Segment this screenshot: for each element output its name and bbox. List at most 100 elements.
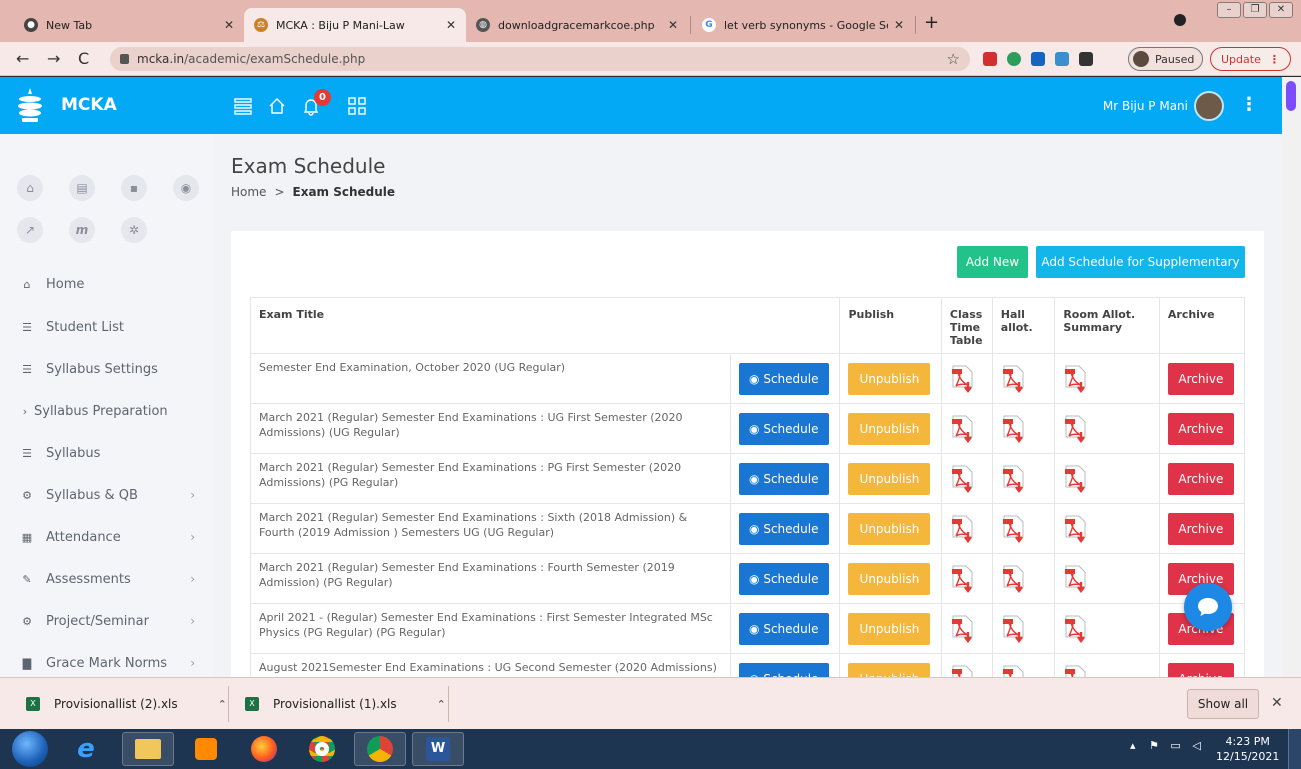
tab-google-search[interactable]: G let verb synonyms - Google Search ✕ <box>692 8 914 42</box>
mcka-logo-icon[interactable] <box>17 86 43 124</box>
pdf-download-icon[interactable] <box>1001 565 1027 593</box>
pdf-download-icon[interactable] <box>950 615 976 643</box>
moodle-icon[interactable]: m <box>69 217 95 243</box>
action-center-icon[interactable]: ⚑ <box>1149 739 1159 752</box>
bookmark-star-icon[interactable]: ☆ <box>947 50 960 68</box>
pdf-download-icon[interactable] <box>950 665 976 677</box>
schedule-button[interactable]: ◉ Schedule <box>738 562 829 595</box>
back-arrow-icon[interactable]: ← <box>16 49 29 68</box>
sidebar-item-syllabus-preparation[interactable]: › Syllabus Preparation <box>0 390 213 432</box>
download-item[interactable]: X Provisionallist (1).xls ⌃ <box>245 678 446 730</box>
pdf-download-icon[interactable] <box>950 565 976 593</box>
pdf-download-icon[interactable] <box>1063 615 1089 643</box>
sidebar-item-project-seminar[interactable]: ⚙ Project/Seminar › <box>0 600 213 642</box>
tab-new-tab[interactable]: ● New Tab ✕ <box>14 8 244 42</box>
pdf-download-icon[interactable] <box>1063 465 1089 493</box>
unpublish-button[interactable]: Unpublish <box>848 612 931 645</box>
grid-icon[interactable] <box>347 96 367 116</box>
schedule-button[interactable]: ◉ Schedule <box>738 612 829 645</box>
extensions-puzzle-icon[interactable] <box>1079 52 1093 66</box>
close-tab-icon[interactable]: ✕ <box>446 18 456 32</box>
pdf-download-icon[interactable] <box>950 415 976 443</box>
reload-icon[interactable]: C <box>78 49 89 68</box>
sidebar-item-student-list[interactable]: ☰ Student List <box>0 306 213 348</box>
archive-button[interactable]: Archive <box>1167 362 1234 395</box>
minimize-icon[interactable]: – <box>1217 2 1241 18</box>
pdf-download-icon[interactable] <box>1063 515 1089 543</box>
chrome-profile-icon[interactable] <box>354 732 406 766</box>
sidebar-item-attendance[interactable]: ▦ Attendance › <box>0 516 213 558</box>
chrome-icon[interactable] <box>296 732 348 766</box>
archive-button[interactable]: Archive <box>1167 662 1234 677</box>
more-options-icon[interactable]: ⋮ <box>1240 94 1258 115</box>
network-icon[interactable]: ▭ <box>1170 739 1180 752</box>
pdf-download-icon[interactable] <box>1001 615 1027 643</box>
add-supplementary-schedule-button[interactable]: Add Schedule for Supplementary <box>1036 246 1245 278</box>
schedule-button[interactable]: ◉ Schedule <box>738 512 829 545</box>
close-tab-icon[interactable]: ✕ <box>894 18 904 32</box>
add-new-button[interactable]: Add New <box>957 246 1028 278</box>
show-all-button[interactable]: Show all <box>1187 689 1259 719</box>
unpublish-button[interactable]: Unpublish <box>848 462 931 495</box>
tab-mcka[interactable]: ⚖ MCKA : Biju P Mani-Law ✕ <box>244 8 466 42</box>
pdf-download-icon[interactable] <box>1063 665 1089 677</box>
pdf-download-icon[interactable] <box>1001 415 1027 443</box>
chevron-up-icon[interactable]: ⌃ <box>218 698 227 711</box>
archive-button[interactable]: Archive <box>1167 412 1234 445</box>
firefox-icon[interactable] <box>238 732 290 766</box>
download-item[interactable]: X Provisionallist (2).xls ⌃ <box>26 678 227 730</box>
pdf-download-icon[interactable] <box>1063 415 1089 443</box>
schedule-button[interactable]: ◉ Schedule <box>738 662 829 677</box>
close-tab-icon[interactable]: ✕ <box>668 18 678 32</box>
pdf-download-icon[interactable] <box>1001 465 1027 493</box>
sidebar-item-home[interactable]: ⌂ Home <box>0 263 213 305</box>
pdf-download-icon[interactable] <box>1001 365 1027 393</box>
pdf-download-icon[interactable] <box>1063 365 1089 393</box>
pdf-download-icon[interactable] <box>950 515 976 543</box>
unpublish-button[interactable]: Unpublish <box>848 362 931 395</box>
page-scrollbar[interactable] <box>1282 77 1301 677</box>
id-card-icon[interactable]: ▤ <box>69 175 95 201</box>
close-tab-icon[interactable]: ✕ <box>224 18 234 32</box>
pdf-download-icon[interactable] <box>1001 665 1027 677</box>
taskbar-clock[interactable]: 4:23 PM 12/15/2021 <box>1216 734 1279 764</box>
url-field[interactable]: mcka.in /academic/examSchedule.php ☆ <box>110 47 970 71</box>
lock-icon[interactable]: ▪ <box>121 175 147 201</box>
sidebar-item-grace-mark-norms[interactable]: ▇ Grace Mark Norms › <box>0 642 213 677</box>
pdf-download-icon[interactable] <box>1001 515 1027 543</box>
close-window-icon[interactable]: ✕ <box>1269 2 1293 18</box>
unpublish-button[interactable]: Unpublish <box>848 662 931 677</box>
sidebar-item-syllabus-qb[interactable]: ⚙ Syllabus & QB › <box>0 474 213 516</box>
schedule-button[interactable]: ◉ Schedule <box>738 462 829 495</box>
brand-name[interactable]: MCKA <box>61 95 117 115</box>
volume-muted-icon[interactable]: ◁ <box>1192 739 1200 752</box>
extension-pen-icon[interactable] <box>1055 52 1069 66</box>
home-icon[interactable]: ⌂ <box>17 175 43 201</box>
external-link-icon[interactable]: ↗ <box>17 217 43 243</box>
media-player-icon[interactable] <box>180 732 232 766</box>
new-tab-icon[interactable]: + <box>924 12 939 33</box>
tab-downloadgracemark[interactable]: ◍ downloadgracemarkcoe.php ✕ <box>466 8 688 42</box>
user-name[interactable]: Mr Biju P Mani <box>1103 99 1188 113</box>
scrollbar-thumb[interactable] <box>1286 81 1296 111</box>
menu-stack-icon[interactable] <box>233 96 253 116</box>
close-icon[interactable]: ✕ <box>1271 695 1283 711</box>
breadcrumb-home[interactable]: Home <box>231 185 266 199</box>
internet-explorer-icon[interactable]: e <box>60 732 112 766</box>
extension-m-icon[interactable] <box>983 52 997 66</box>
word-icon[interactable]: W <box>412 732 464 766</box>
extension-grammarly-icon[interactable] <box>1007 52 1021 66</box>
home-icon[interactable] <box>267 96 287 116</box>
sidebar-item-syllabus[interactable]: ☰ Syllabus <box>0 432 213 474</box>
profile-paused-chip[interactable]: Paused <box>1128 47 1204 71</box>
user-avatar[interactable] <box>1194 91 1224 121</box>
sidebar-item-assessments[interactable]: ✎ Assessments › <box>0 558 213 600</box>
extension-graduation-icon[interactable] <box>1031 52 1045 66</box>
archive-button[interactable]: Archive <box>1167 462 1234 495</box>
archive-button[interactable]: Archive <box>1167 512 1234 545</box>
maximize-icon[interactable]: ❐ <box>1243 2 1267 18</box>
eye-icon[interactable]: ◉ <box>173 175 199 201</box>
sidebar-item-syllabus-settings[interactable]: ☰ Syllabus Settings <box>0 348 213 390</box>
unpublish-button[interactable]: Unpublish <box>848 412 931 445</box>
chevron-up-icon[interactable]: ⌃ <box>437 698 446 711</box>
